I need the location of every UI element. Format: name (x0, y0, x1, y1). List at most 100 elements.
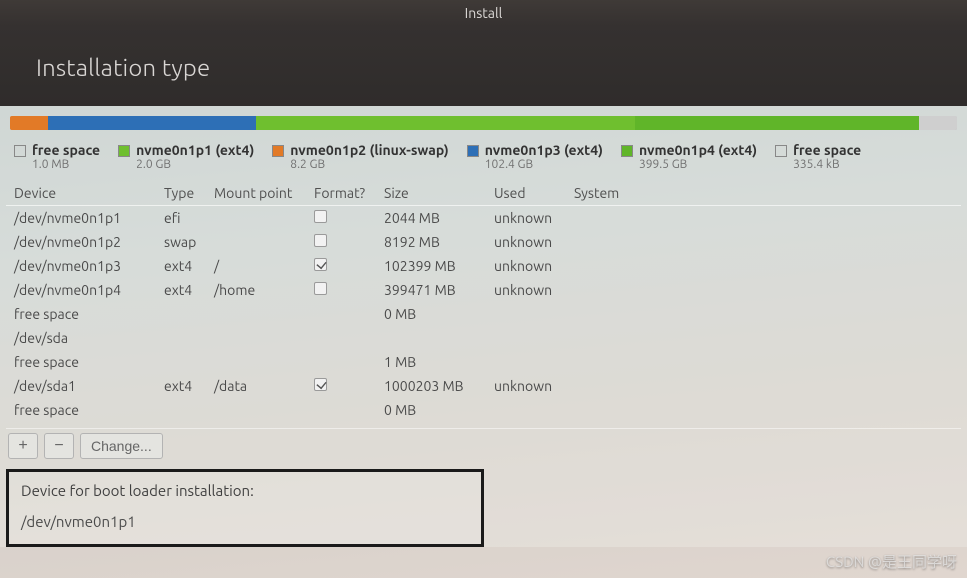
cell-type: ext4 (156, 254, 206, 278)
cell-used (486, 350, 566, 374)
cell-size: 2044 MB (376, 206, 486, 231)
col-format: Format? (306, 181, 376, 206)
col-mount: Mount point (206, 181, 306, 206)
cell-used (486, 302, 566, 326)
cell-format (306, 230, 376, 254)
cell-mount (206, 398, 306, 422)
remove-partition-button[interactable]: − (44, 433, 74, 459)
cell-system (566, 398, 961, 422)
cell-type: swap (156, 230, 206, 254)
format-checkbox[interactable] (314, 234, 327, 247)
legend-swatch (775, 145, 787, 157)
cell-used (486, 326, 566, 350)
cell-format (306, 206, 376, 231)
cell-mount: /home (206, 278, 306, 302)
legend-swatch (621, 145, 633, 157)
format-checkbox[interactable] (314, 210, 327, 223)
legend-sub: 335.4 kB (793, 158, 861, 171)
cell-system (566, 302, 961, 326)
table-row[interactable]: free space1 MB (6, 350, 961, 374)
cell-size: 0 MB (376, 398, 486, 422)
legend-sub: 2.0 GB (136, 158, 254, 171)
cell-size: 102399 MB (376, 254, 486, 278)
partition-table[interactable]: Device Type Mount point Format? Size Use… (6, 181, 961, 422)
partition-legend: free space1.0 MBnvme0n1p1 (ext4)2.0 GBnv… (6, 140, 961, 181)
disk-segment (635, 116, 919, 130)
cell-used: unknown (486, 374, 566, 398)
cell-size: 0 MB (376, 302, 486, 326)
legend-item: nvme0n1p1 (ext4)2.0 GB (118, 142, 254, 171)
partition-toolbar: + − Change... (6, 428, 961, 463)
cell-type (156, 350, 206, 374)
legend-sub: 8.2 GB (290, 158, 448, 171)
table-row[interactable]: /dev/nvme0n1p4ext4/home399471 MBunknown (6, 278, 961, 302)
table-row[interactable]: /dev/sda (6, 326, 961, 350)
table-header-row: Device Type Mount point Format? Size Use… (6, 181, 961, 206)
cell-device: /dev/sda1 (6, 374, 156, 398)
legend-item: nvme0n1p4 (ext4)399.5 GB (621, 142, 757, 171)
disk-segment (256, 116, 635, 130)
table-row[interactable]: /dev/nvme0n1p2swap8192 MBunknown (6, 230, 961, 254)
cell-format (306, 326, 376, 350)
cell-format (306, 302, 376, 326)
cell-mount (206, 206, 306, 231)
legend-sub: 399.5 GB (639, 158, 757, 171)
legend-title: nvme0n1p1 (ext4) (136, 142, 254, 158)
cell-mount: / (206, 254, 306, 278)
disk-usage-bar (10, 116, 957, 130)
cell-size (376, 326, 486, 350)
cell-device: /dev/nvme0n1p3 (6, 254, 156, 278)
table-row[interactable]: /dev/nvme0n1p1efi2044 MBunknown (6, 206, 961, 231)
bootloader-device-select[interactable]: /dev/nvme0n1p1 (21, 513, 469, 530)
legend-item: free space1.0 MB (14, 142, 100, 171)
col-size: Size (376, 181, 486, 206)
format-checkbox[interactable] (314, 282, 327, 295)
cell-system (566, 230, 961, 254)
legend-sub: 1.0 MB (32, 158, 100, 171)
table-row[interactable]: free space 0 MB (6, 302, 961, 326)
bootloader-label: Device for boot loader installation: (21, 482, 469, 499)
cell-system (566, 350, 961, 374)
format-checkbox[interactable] (314, 258, 327, 271)
cell-size: 1000203 MB (376, 374, 486, 398)
cell-type (156, 302, 206, 326)
cell-system (566, 326, 961, 350)
cell-format (306, 374, 376, 398)
legend-swatch (272, 145, 284, 157)
cell-mount (206, 350, 306, 374)
cell-used: unknown (486, 230, 566, 254)
cell-size: 1 MB (376, 350, 486, 374)
cell-type (156, 398, 206, 422)
table-row[interactable]: /dev/sda1ext4/data1000203 MBunknown (6, 374, 961, 398)
bootloader-section: Device for boot loader installation: /de… (6, 469, 484, 547)
cell-device: /dev/nvme0n1p4 (6, 278, 156, 302)
cell-system (566, 206, 961, 231)
content-area: free space1.0 MBnvme0n1p1 (ext4)2.0 GBnv… (0, 106, 967, 547)
cell-type: ext4 (156, 374, 206, 398)
window-title: Install (465, 5, 503, 21)
cell-type: ext4 (156, 278, 206, 302)
col-system: System (566, 181, 961, 206)
cell-device: free space (6, 302, 156, 326)
cell-type: efi (156, 206, 206, 231)
cell-mount (206, 302, 306, 326)
window-titlebar[interactable]: Install (0, 0, 967, 26)
legend-sub: 102.4 GB (485, 158, 603, 171)
watermark: CSDN @是王同学呀 (826, 551, 957, 572)
add-partition-button[interactable]: + (8, 433, 38, 459)
disk-segment (10, 116, 48, 130)
cell-size: 399471 MB (376, 278, 486, 302)
cell-format (306, 398, 376, 422)
col-used: Used (486, 181, 566, 206)
table-row[interactable]: free space0 MB (6, 398, 961, 422)
legend-title: free space (793, 142, 861, 158)
legend-title: nvme0n1p3 (ext4) (485, 142, 603, 158)
cell-used: unknown (486, 206, 566, 231)
cell-format (306, 254, 376, 278)
cell-used: unknown (486, 254, 566, 278)
format-checkbox[interactable] (314, 378, 327, 391)
legend-swatch (467, 145, 479, 157)
change-partition-button[interactable]: Change... (80, 433, 163, 459)
legend-title: nvme0n1p4 (ext4) (639, 142, 757, 158)
table-row[interactable]: /dev/nvme0n1p3ext4/ 102399 MBunknown (6, 254, 961, 278)
